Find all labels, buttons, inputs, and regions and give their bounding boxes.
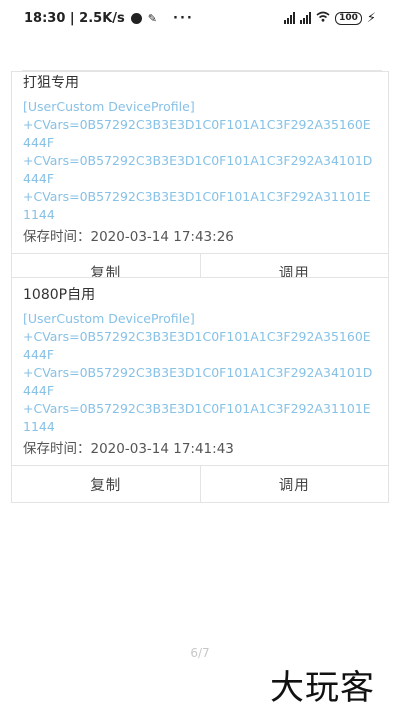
profile-cvars-line: +CVars=0B57292C3B3E3D1C0F101A1C3F292A341… bbox=[23, 153, 373, 186]
more-notifications-icon: ··· bbox=[173, 10, 194, 26]
profile-cvars-line: +CVars=0B57292C3B3E3D1C0F101A1C3F292A351… bbox=[23, 117, 371, 150]
app-notification-icon bbox=[130, 12, 142, 24]
profile-card: 1080P自用 [UserCustom DeviceProfile] +CVar… bbox=[11, 277, 389, 503]
profile-cvars-line: +CVars=0B57292C3B3E3D1C0F101A1C3F292A311… bbox=[23, 401, 371, 434]
saved-time: 保存时间：2020-03-14 17:43:26 bbox=[23, 229, 234, 245]
charging-icon: ⚡ bbox=[366, 10, 376, 26]
profile-header-line: [UserCustom DeviceProfile] bbox=[23, 99, 195, 114]
signal-icon bbox=[284, 12, 296, 24]
status-time-network: 18:30 | 2.5K/s bbox=[24, 10, 125, 26]
profile-card-body: 打狙专用 [UserCustom DeviceProfile] +CVars=0… bbox=[12, 72, 388, 248]
profile-cvars-line: +CVars=0B57292C3B3E3D1C0F101A1C3F292A341… bbox=[23, 365, 373, 398]
profile-header-line: [UserCustom DeviceProfile] bbox=[23, 311, 195, 326]
status-bar: 18:30 | 2.5K/s ✎ ··· 100 ⚡ bbox=[0, 0, 400, 36]
previous-card-fragment bbox=[22, 56, 382, 71]
signal-icon-2 bbox=[300, 12, 312, 24]
status-right: 100 ⚡ bbox=[284, 11, 376, 26]
profile-card: 打狙专用 [UserCustom DeviceProfile] +CVars=0… bbox=[11, 71, 389, 291]
status-left: 18:30 | 2.5K/s ✎ ··· bbox=[24, 11, 194, 26]
watermark-logo: 大玩客 bbox=[270, 668, 375, 708]
copy-button[interactable]: 复制 bbox=[12, 466, 200, 502]
profile-card-body: 1080P自用 [UserCustom DeviceProfile] +CVar… bbox=[12, 278, 388, 460]
battery-icon: 100 bbox=[335, 11, 362, 25]
page-indicator: 6/7 bbox=[190, 646, 210, 660]
profile-title: 打狙专用 bbox=[23, 75, 79, 91]
apply-button[interactable]: 调用 bbox=[199, 466, 389, 502]
card-actions: 复制 调用 bbox=[12, 465, 388, 502]
feather-notification-icon: ✎ bbox=[147, 11, 157, 25]
profile-cvars-line: +CVars=0B57292C3B3E3D1C0F101A1C3F292A351… bbox=[23, 329, 371, 362]
profile-cvars-line: +CVars=0B57292C3B3E3D1C0F101A1C3F292A311… bbox=[23, 189, 371, 222]
profile-title: 1080P自用 bbox=[23, 287, 96, 303]
wifi-icon bbox=[316, 11, 330, 25]
saved-time: 保存时间：2020-03-14 17:41:43 bbox=[23, 441, 234, 457]
